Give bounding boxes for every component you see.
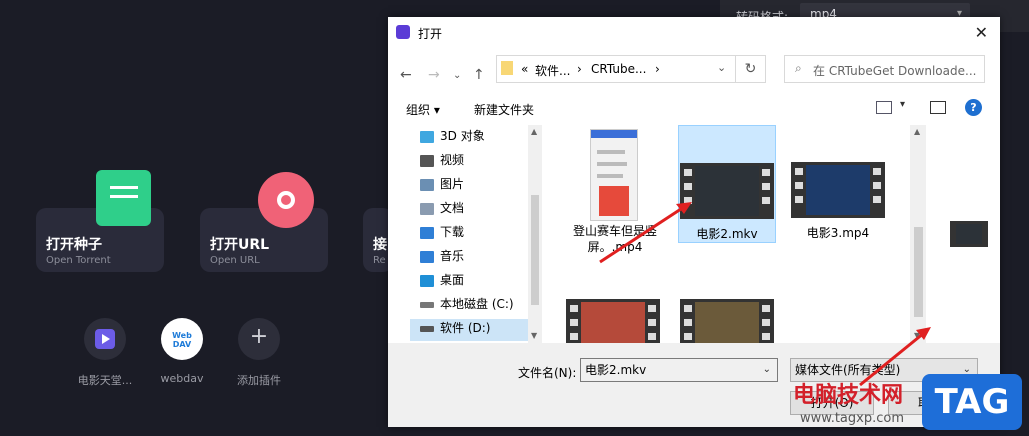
red-arrow-file [599,205,685,264]
annotation-arrows [599,202,931,387]
tag-logo: TAG [922,374,1022,430]
watermark-site-name: 电脑技术网 [793,383,904,408]
watermark-url: www.tagxp.com [800,411,904,426]
